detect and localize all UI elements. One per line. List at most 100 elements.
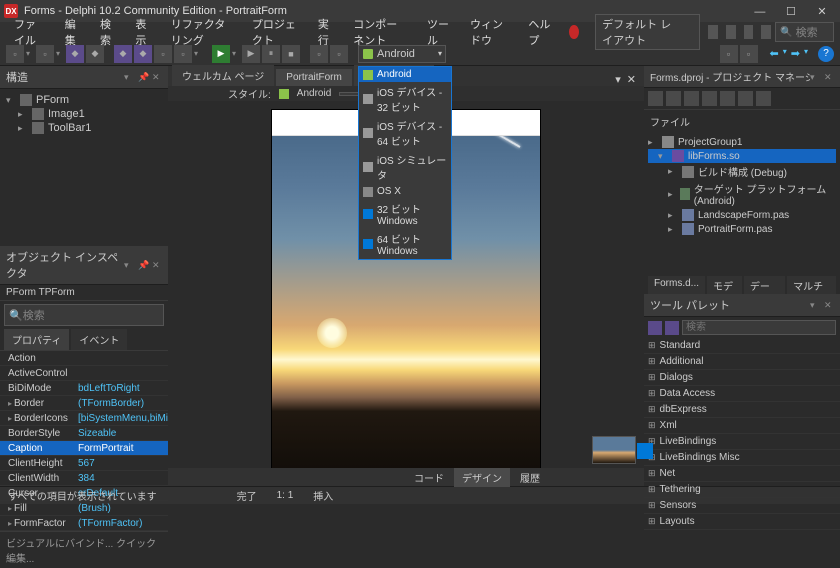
proj-tb-7[interactable] [756,91,771,106]
palette-category[interactable]: Layouts [644,514,840,530]
property-row[interactable]: ActiveControl [0,366,168,381]
property-row[interactable]: ClientWidth384 [0,471,168,486]
maximize-button[interactable]: ☐ [777,5,805,18]
panel-close-icon[interactable]: ✕ [152,72,162,82]
palette-category[interactable]: LiveBindings [644,434,840,450]
proj-tb-3[interactable] [684,91,699,106]
inspector-object-name[interactable]: PForm TPForm [0,285,168,301]
menu-item[interactable]: ウィンドウ [462,14,516,50]
tool-button-y[interactable]: ▫ [740,45,758,63]
global-search[interactable]: 🔍検索 [775,22,834,42]
palette-category[interactable]: LiveBindings Misc [644,450,840,466]
property-row[interactable]: CaptionFormPortrait [0,441,168,456]
project-node[interactable]: ▸ProjectGroup1 [648,135,836,149]
tool-button-2[interactable]: ◆ [134,45,152,63]
right-panel-tab[interactable]: マルチデ... [787,276,836,294]
target-option[interactable]: 64 ビット Windows [359,229,451,259]
structure-node[interactable]: ▸ToolBar1 [6,121,162,135]
target-option[interactable]: iOS デバイス - 64 ビット [359,116,451,150]
proj-tb-5[interactable] [720,91,735,106]
menu-item[interactable]: ヘルプ [520,14,559,50]
target-option[interactable]: iOS デバイス - 32 ビット [359,82,451,116]
close-button[interactable]: ✕ [808,5,836,18]
inspector-tab[interactable]: イベント [71,329,127,350]
stop-button[interactable]: ■ [282,45,300,63]
panel-menu-icon[interactable]: ▾ [124,72,134,82]
right-panel-tab[interactable]: モデル [707,276,742,294]
step-button-2[interactable]: ▫ [330,45,348,63]
project-node[interactable]: ▾libForms.so [648,149,836,163]
preview-thumbnail[interactable] [592,436,636,464]
target-option[interactable]: Android [359,67,451,82]
tool-button-4[interactable]: ▫ [174,45,192,63]
save-button[interactable]: ◆ [66,45,84,63]
save-all-button[interactable]: ◆ [86,45,104,63]
target-option[interactable]: iOS シミュレータ [359,150,451,184]
tool-button-3[interactable]: ▫ [154,45,172,63]
proj-tb-6[interactable] [738,91,753,106]
inspector-footer[interactable]: ビジュアルにバインド... クイック編集... [0,531,168,568]
inspector-search[interactable]: 🔍 検索 [4,304,164,326]
designer-tab[interactable]: 履歴 [512,468,548,487]
palette-category[interactable]: Sensors [644,498,840,514]
project-node[interactable]: ▸ターゲット プラットフォーム (Android) [648,180,836,208]
target-option[interactable]: 32 ビット Windows [359,199,451,229]
palette-tb-1[interactable] [648,321,662,335]
right-panel-tab[interactable]: Forms.d... [648,276,705,294]
palette-tb-2[interactable] [665,321,679,335]
pin-icon[interactable]: ▾ [615,73,621,86]
run-nodebug-button[interactable]: ▶ [242,45,260,63]
palette-category[interactable]: dbExpress [644,402,840,418]
nav-fwd-button[interactable]: ➡ [791,47,800,60]
palette-category[interactable]: Tethering [644,482,840,498]
step-button-1[interactable]: ▫ [310,45,328,63]
pin-icon[interactable]: 📌 [138,72,148,82]
run-button[interactable]: ▶ [212,45,230,63]
palette-category[interactable]: Xml [644,418,840,434]
designer-tab[interactable]: コード [406,468,452,487]
layout-tb-icon[interactable] [726,25,736,39]
property-row[interactable]: BiDiModebdLeftToRight [0,381,168,396]
structure-node[interactable]: ▾PForm [6,93,162,107]
project-node[interactable]: ▸LandscapeForm.pas [648,208,836,222]
tool-button-1[interactable]: ◆ [114,45,132,63]
palette-category[interactable]: Net [644,466,840,482]
structure-node[interactable]: ▸Image1 [6,107,162,121]
new-button[interactable]: ▫ [6,45,24,63]
tool-button-x[interactable]: ▫ [720,45,738,63]
target-option[interactable]: OS X [359,184,451,199]
project-node[interactable]: ▸PortraitForm.pas [648,222,836,236]
layout-select[interactable]: デフォルト レイアウト [595,14,700,50]
help-button[interactable]: ? [818,46,834,62]
inspector-tab[interactable]: プロパティ [4,329,69,350]
property-row[interactable]: Fill(Brush) [0,501,168,516]
proj-tb-1[interactable] [648,91,663,106]
project-node[interactable]: ▸ビルド構成 (Debug) [648,163,836,180]
close-tab-icon[interactable]: ✕ [627,73,636,86]
pause-button[interactable]: ⏸ [262,45,280,63]
palette-category[interactable]: Dialogs [644,370,840,386]
palette-category[interactable]: Additional [644,354,840,370]
nav-back-button[interactable]: ⬅ [770,47,779,60]
property-row[interactable]: Border(TFormBorder) [0,396,168,411]
layout-tb-icon[interactable] [708,25,718,39]
palette-search-input[interactable] [682,320,836,335]
open-button[interactable]: ▫ [36,45,54,63]
layout-tb-icon[interactable] [744,25,754,39]
document-tab[interactable]: PortraitForm [276,69,352,86]
property-row[interactable]: BorderIcons[biSystemMenu,biMi [0,411,168,426]
property-row[interactable]: ClientHeight567 [0,456,168,471]
document-tab[interactable]: ウェルカム ページ [172,65,274,86]
property-row[interactable]: BorderStyleSizeable [0,426,168,441]
palette-category[interactable]: Standard [644,338,840,354]
designer-tab[interactable]: デザイン [454,468,510,487]
property-row[interactable]: FormFactor(TFormFactor) [0,516,168,531]
proj-tb-4[interactable] [702,91,717,106]
property-row[interactable]: Action [0,351,168,366]
right-panel-tab[interactable]: データ... [744,276,785,294]
minimize-button[interactable]: — [746,6,774,18]
target-platform-select[interactable]: Android ▾ [358,45,446,63]
palette-category[interactable]: Data Access [644,386,840,402]
proj-tb-2[interactable] [666,91,681,106]
layout-tb-icon[interactable] [761,25,771,39]
